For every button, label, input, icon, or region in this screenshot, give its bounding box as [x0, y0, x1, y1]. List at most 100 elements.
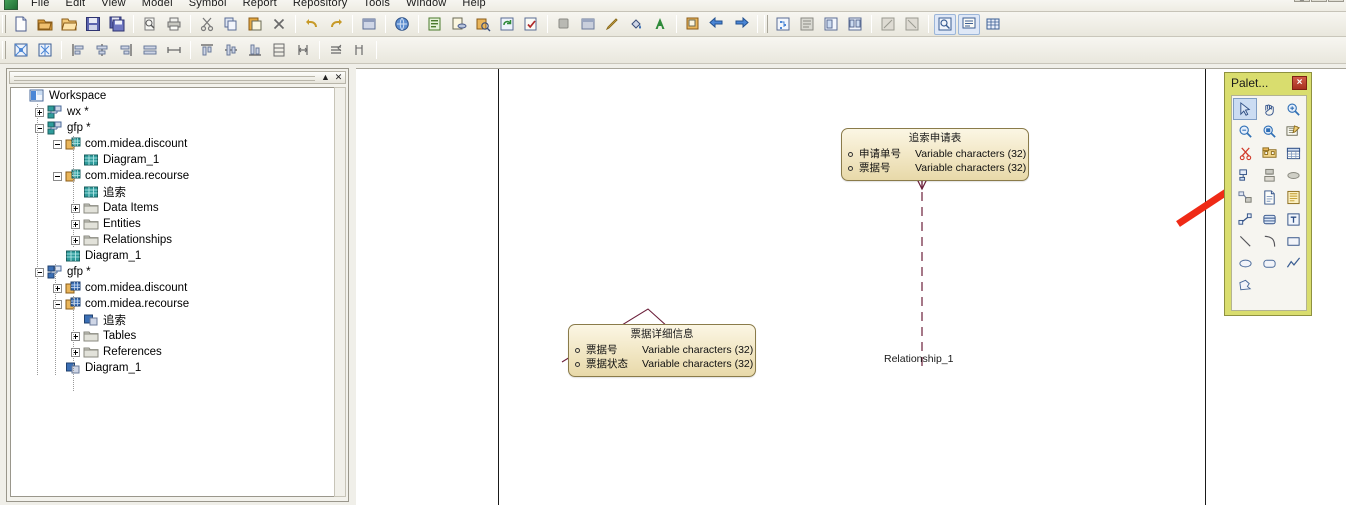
palette-close-button[interactable]: × [1292, 76, 1307, 90]
menu-item-repository[interactable]: Repository [285, 0, 356, 11]
toolbar-grip[interactable] [2, 41, 6, 59]
align-right-button[interactable] [115, 40, 137, 61]
tree-item[interactable]: Diagram_1 [11, 152, 335, 168]
view-sub-button[interactable] [820, 14, 842, 35]
tree-item[interactable]: com.midea.recourse [11, 296, 335, 312]
align-bottom-button[interactable] [244, 40, 266, 61]
menu-item-edit[interactable]: Edit [58, 0, 94, 11]
tree-item[interactable]: com.midea.discount [11, 280, 335, 296]
same-height-button[interactable] [163, 40, 185, 61]
refresh-button[interactable] [496, 14, 518, 35]
same-width-button[interactable] [139, 40, 161, 61]
tree-item[interactable]: Relationships [11, 232, 335, 248]
properties-button[interactable] [358, 14, 380, 35]
space-vertical-button[interactable] [268, 40, 290, 61]
auto-layout-alt-button[interactable] [34, 40, 56, 61]
rounded-rect-tool[interactable] [1257, 252, 1281, 274]
menu-item-file[interactable]: File [23, 0, 58, 11]
entity-attribute-row[interactable]: 票据号 Variable characters (32) [575, 343, 753, 357]
tree-item[interactable]: wx * [11, 104, 335, 120]
diagram-canvas[interactable]: 追索申请表 申请单号 Variable characters (32) 票据号 Vari… [356, 68, 1346, 505]
open-workspace-button[interactable] [34, 14, 56, 35]
workspace-tree-scrollbar[interactable] [334, 87, 346, 497]
file-object-tool[interactable] [1257, 186, 1281, 208]
tree-item[interactable]: com.midea.recourse [11, 168, 335, 184]
validate-button[interactable] [520, 14, 542, 35]
entity-attribute-row[interactable]: 申请单号 Variable characters (32) [848, 147, 1026, 161]
tree-item[interactable]: gfp * [11, 120, 335, 136]
align-middle-button[interactable] [220, 40, 242, 61]
ellipse-tool[interactable] [1233, 252, 1257, 274]
dependency-tool[interactable] [1233, 208, 1257, 230]
view-list-button[interactable] [796, 14, 818, 35]
auto-layout-button[interactable] [10, 40, 32, 61]
save-all-button[interactable] [106, 14, 128, 35]
save-button[interactable] [82, 14, 104, 35]
cut-button[interactable] [196, 14, 218, 35]
align-left-button[interactable] [67, 40, 89, 61]
menu-item-window[interactable]: Window [398, 0, 454, 11]
browser-toggle-button[interactable] [934, 13, 956, 35]
entity-attribute-row[interactable]: 票据状态 Variable characters (32) [575, 357, 753, 371]
tree-item[interactable]: Diagram_1 [11, 248, 335, 264]
delete-tool[interactable] [1233, 142, 1257, 164]
package-tool[interactable] [1257, 142, 1281, 164]
text-tool[interactable] [1281, 208, 1305, 230]
workspace-tree[interactable]: Workspace wx * gfp * com.midea.discount Diag… [10, 87, 336, 497]
pointer-tool[interactable] [1233, 98, 1257, 120]
polygon-tool[interactable] [1233, 274, 1257, 296]
tree-collapse-icon[interactable] [53, 171, 62, 181]
link-tool[interactable] [1233, 186, 1257, 208]
properties-tool[interactable] [1281, 120, 1305, 142]
generate-db-button[interactable] [448, 14, 470, 35]
entity-symbol[interactable]: 票据详细信息 票据号 Variable characters (32) 票据状态 Var… [568, 324, 756, 377]
space-horizontal-button[interactable] [292, 40, 314, 61]
menu-item-view[interactable]: View [93, 0, 133, 11]
palette-titlebar[interactable]: Palet... × [1225, 73, 1311, 93]
tree-item[interactable]: 追索 [11, 184, 335, 200]
close-button[interactable]: × [1328, 0, 1344, 2]
menu-item-report[interactable]: Report [235, 0, 285, 11]
menu-item-symbol[interactable]: Symbol [181, 0, 235, 11]
toolbar-grip[interactable] [764, 15, 768, 33]
menu-item-model[interactable]: Model [134, 0, 181, 11]
menu-item-tools[interactable]: Tools [355, 0, 398, 11]
bring-to-front-button[interactable] [325, 40, 347, 61]
print-button[interactable] [163, 14, 185, 35]
font-color-button[interactable] [649, 14, 671, 35]
undo-button[interactable] [301, 14, 323, 35]
previous-page-button[interactable] [706, 14, 728, 35]
line-format-button[interactable] [601, 14, 623, 35]
zoom-in-page-button[interactable] [901, 14, 923, 35]
toolbar-grip[interactable] [2, 15, 6, 33]
view-tool[interactable] [1233, 164, 1257, 186]
shadow-button[interactable] [553, 14, 575, 35]
check-model-button[interactable] [424, 14, 446, 35]
help-about-button[interactable] [391, 14, 413, 35]
panel-drag-handle[interactable] [10, 72, 319, 83]
tree-item[interactable]: Workspace [11, 88, 335, 104]
fill-style-button[interactable] [577, 14, 599, 35]
line-tool[interactable] [1233, 230, 1257, 252]
entity-symbol[interactable]: 追索申请表 申请单号 Variable characters (32) 票据号 Vari… [841, 128, 1029, 181]
menu-item-help[interactable]: Help [454, 0, 493, 11]
send-to-back-button[interactable] [349, 40, 371, 61]
note-tool[interactable] [1281, 186, 1305, 208]
ellipse-shape-tool[interactable] [1281, 164, 1305, 186]
tree-item[interactable]: Diagram_1 [11, 360, 335, 376]
polyline-tool[interactable] [1281, 252, 1305, 274]
database-tool[interactable] [1257, 208, 1281, 230]
tree-collapse-icon[interactable] [53, 139, 62, 149]
reference-tool[interactable] [1257, 164, 1281, 186]
tree-item[interactable]: Entities [11, 216, 335, 232]
open-model-button[interactable] [58, 14, 80, 35]
entity-attribute-row[interactable]: 票据号 Variable characters (32) [848, 161, 1026, 175]
next-page-button[interactable] [730, 14, 752, 35]
paste-button[interactable] [244, 14, 266, 35]
palette-tool-grid[interactable] [1231, 95, 1307, 311]
workspace-panel-titlebar[interactable]: ▲ ✕ [9, 71, 346, 84]
minimize-button[interactable]: _ [1294, 0, 1310, 2]
align-top-button[interactable] [196, 40, 218, 61]
zoom-out-page-button[interactable] [877, 14, 899, 35]
print-preview-button[interactable] [139, 14, 161, 35]
